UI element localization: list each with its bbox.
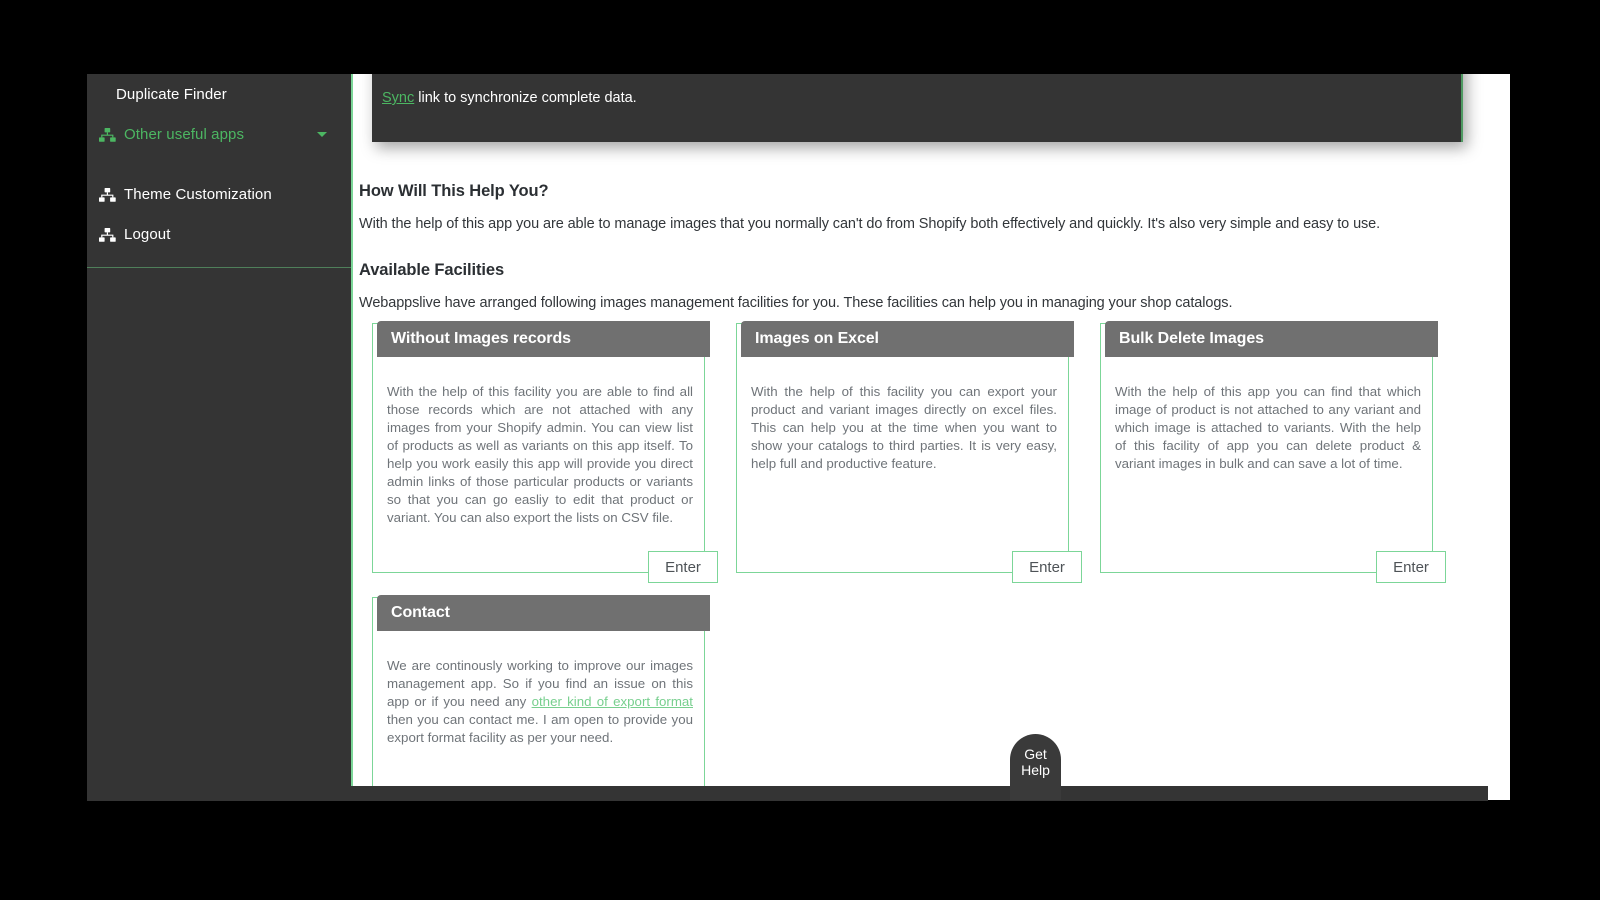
- chevron-down-icon[interactable]: [317, 131, 327, 137]
- page-bottom-bar: [87, 786, 1488, 801]
- sitemap-icon: [99, 128, 116, 142]
- sidebar-item-label: Theme Customization: [124, 185, 272, 203]
- card-body-text: We are continously working to improve ou…: [387, 657, 693, 747]
- enter-button[interactable]: Enter: [1012, 551, 1082, 583]
- sidebar-item-logout[interactable]: Logout: [87, 214, 351, 254]
- sync-info-panel: Sync link to synchronize complete data.: [372, 74, 1463, 142]
- sidebar-item-label: Other useful apps: [124, 125, 245, 143]
- sidebar: Duplicate Finder Other useful apps Theme…: [87, 74, 351, 800]
- get-help-button[interactable]: Get Help: [1010, 734, 1061, 800]
- contact-text-part-2: then you can contact me. I am open to pr…: [387, 712, 693, 745]
- card-body-text: With the help of this facility you can e…: [751, 384, 1057, 471]
- sidebar-item-theme-customization[interactable]: Theme Customization: [87, 174, 351, 214]
- sync-info-text: link to synchronize complete data.: [414, 90, 637, 106]
- sidebar-item-label: Logout: [124, 225, 171, 243]
- card-title: Contact: [377, 595, 710, 631]
- sidebar-divider: [87, 267, 351, 268]
- facility-card: Without Images records With the help of …: [372, 321, 718, 583]
- sync-link[interactable]: Sync: [382, 90, 414, 106]
- paragraph-available-facilities: Webappslive have arranged following imag…: [359, 294, 1233, 311]
- sitemap-icon: [99, 188, 116, 202]
- facility-card: Bulk Delete Images With the help of this…: [1100, 321, 1446, 583]
- sidebar-item-label: Duplicate Finder: [116, 85, 227, 103]
- paragraph-how-will-this-help-you: With the help of this app you are able t…: [359, 215, 1381, 232]
- card-title: Images on Excel: [741, 321, 1074, 357]
- heading-how-will-this-help-you: How Will This Help You?: [359, 181, 549, 200]
- card-title: Bulk Delete Images: [1105, 321, 1438, 357]
- enter-button[interactable]: Enter: [1376, 551, 1446, 583]
- browser-viewport: Duplicate Finder Other useful apps Theme…: [87, 74, 1510, 800]
- enter-button[interactable]: Enter: [648, 551, 718, 583]
- contact-card: Contact We are continously working to im…: [372, 595, 710, 792]
- card-body-text: With the help of this facility you are a…: [387, 384, 693, 525]
- main-content: Sync link to synchronize complete data. …: [351, 74, 1510, 800]
- sidebar-item-other-useful-apps[interactable]: Other useful apps: [87, 114, 351, 154]
- facility-card: Images on Excel With the help of this fa…: [736, 321, 1082, 583]
- sidebar-item-duplicate-finder[interactable]: Duplicate Finder: [87, 74, 351, 114]
- export-format-link[interactable]: other kind of export format: [532, 694, 693, 709]
- heading-available-facilities: Available Facilities: [359, 260, 505, 279]
- sitemap-icon: [99, 228, 116, 242]
- card-body-text: With the help of this app you can find t…: [1115, 384, 1421, 471]
- card-title: Without Images records: [377, 321, 710, 357]
